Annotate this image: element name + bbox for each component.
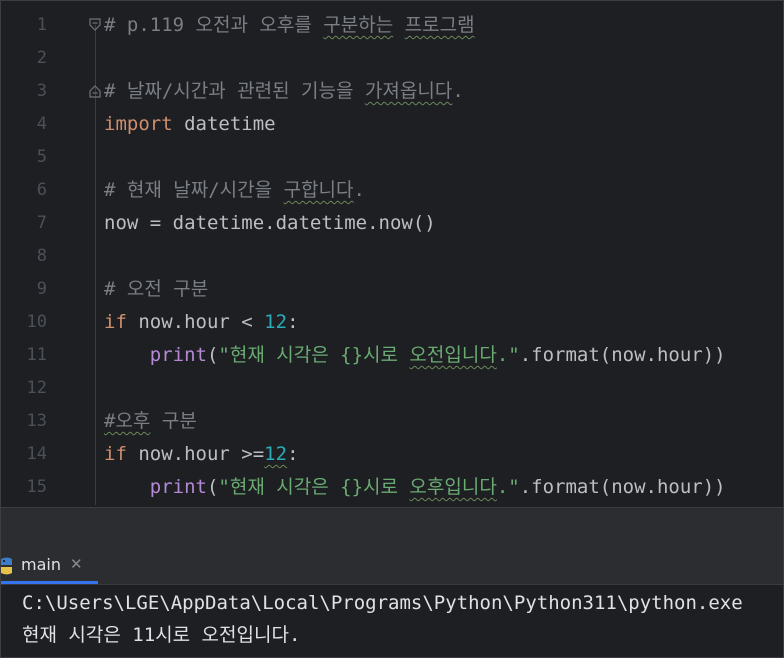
code-token: # 현재 날짜/시간을 [104,179,284,201]
code-token: ." [496,476,520,498]
code-token: # 오전 구분 [104,278,209,300]
code-token: . [452,80,464,102]
run-tab-label: main [21,555,61,574]
code-line: # 현재 날짜/시간을 구합니다. [104,174,365,207]
code-token: ( [206,476,219,498]
line-number: 14 [26,444,47,464]
code-token: "현재 시각은 {}시로 [218,476,410,498]
code-token: 12 [264,311,288,333]
code-line: print("현재 시각은 {}시로 오전입니다.".format(now.ho… [104,339,726,372]
code-line: if now.hour < 12: [104,306,299,339]
code-token: : [287,311,299,333]
ide-window: 1 2 3 4 5 6 7 8 9 10 11 12 13 14 15 # p.119 오전과 오후를 구분… [0,0,784,658]
line-number: 3 [36,81,47,101]
line-number: 8 [36,246,47,266]
code-token: # 날짜/시간과 관련된 기능을 [104,80,365,102]
code-token: 가져옵니다 [364,80,453,102]
line-number: 13 [26,411,47,431]
code-line: print("현재 시각은 {}시로 오후입니다.".format(now.ho… [104,471,726,504]
run-console-output[interactable]: C:\Users\LGE\AppData\Local\Programs\Pyth… [1,585,783,657]
code-token: print [149,344,207,366]
code-line: # 오전 구분 [104,273,208,306]
line-number: 2 [36,48,47,68]
run-tool-window-header: main ✕ [1,546,783,585]
code-token: 구분 [150,410,197,432]
code-line: import datetime [104,108,276,141]
line-number: 10 [26,312,47,332]
line-number: 5 [36,147,47,167]
line-number-gutter: 1 2 3 4 5 6 7 8 9 10 11 12 13 14 15 [1,1,61,507]
code-token: if [104,311,127,333]
code-token: 오전입니다 [409,344,497,366]
code-token: .format(now.hour)) [519,344,726,366]
code-token: now = datetime.datetime.now() [104,212,436,234]
code-token: ." [496,344,520,366]
line-number: 1 [36,15,47,35]
line-number: 7 [36,213,47,233]
code-token: 오전과 오후를 [195,14,324,36]
code-token: now.hour < [126,311,265,333]
code-token: : [287,443,299,465]
line-number: 6 [36,180,47,200]
code-token: 프로그램 [404,14,475,36]
python-icon [1,557,12,575]
run-tab-main[interactable]: main ✕ [1,546,98,584]
console-line: 현재 시각은 11시로 오전입니다. [22,624,301,646]
code-token: 구분하는 [323,14,394,36]
line-number: 11 [26,345,47,365]
code-token: #오후 [104,410,151,432]
line-number: 15 [26,477,47,497]
code-line: # 날짜/시간과 관련된 기능을 가져옵니다. [104,75,464,108]
code-token: ( [206,344,219,366]
code-line: if now.hour >=12: [104,438,299,471]
panel-splitter[interactable] [1,507,783,546]
close-icon[interactable]: ✕ [70,555,83,573]
code-line: # p.119 오전과 오후를 구분하는 프로그램 [104,9,475,42]
code-token: .format(now.hour)) [519,476,726,498]
code-token: if [104,443,127,465]
code-line: #오후 구분 [104,405,197,438]
fold-expand-icon[interactable] [89,85,101,98]
console-line: C:\Users\LGE\AppData\Local\Programs\Pyth… [22,592,743,614]
code-token: . [353,179,365,201]
code-token: "현재 시각은 {}시로 [218,344,410,366]
code-editor[interactable]: 1 2 3 4 5 6 7 8 9 10 11 12 13 14 15 # p.119 오전과 오후를 구분… [1,1,783,507]
code-token: 오후입니다 [409,476,497,498]
code-token: 12 [264,443,288,465]
code-token: import [104,113,173,135]
line-number: 12 [26,378,47,398]
code-token: print [149,476,207,498]
code-token: 구합니다 [283,179,354,201]
code-token: now.hour >= [126,443,265,465]
line-number: 9 [36,279,47,299]
code-token: # p.119 [104,14,196,36]
fold-collapse-icon[interactable] [89,18,101,31]
code-token: datetime [172,113,276,135]
code-line: now = datetime.datetime.now() [104,207,436,240]
line-number: 4 [36,114,47,134]
